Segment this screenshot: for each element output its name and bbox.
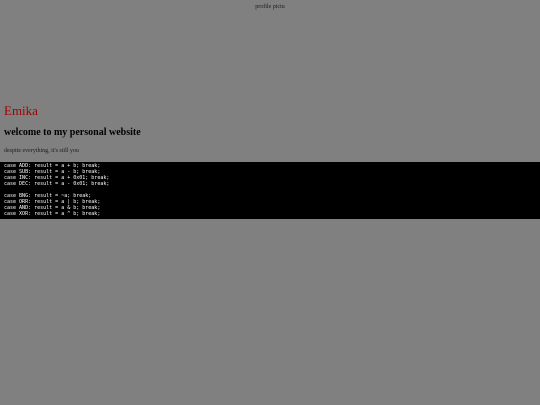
profile-picture-broken-image: profile pictu <box>0 3 540 11</box>
site-title: Emika <box>4 103 38 118</box>
profile-picture-alt-text: profile pictu <box>255 4 285 10</box>
code-block: case ADD: result = a + b; break; case SU… <box>0 162 540 219</box>
welcome-heading: welcome to my personal website <box>4 127 141 138</box>
code-line: case XOR: result = a ^ b; break; <box>4 211 101 217</box>
tagline: despite everything, it's still you <box>4 148 79 154</box>
